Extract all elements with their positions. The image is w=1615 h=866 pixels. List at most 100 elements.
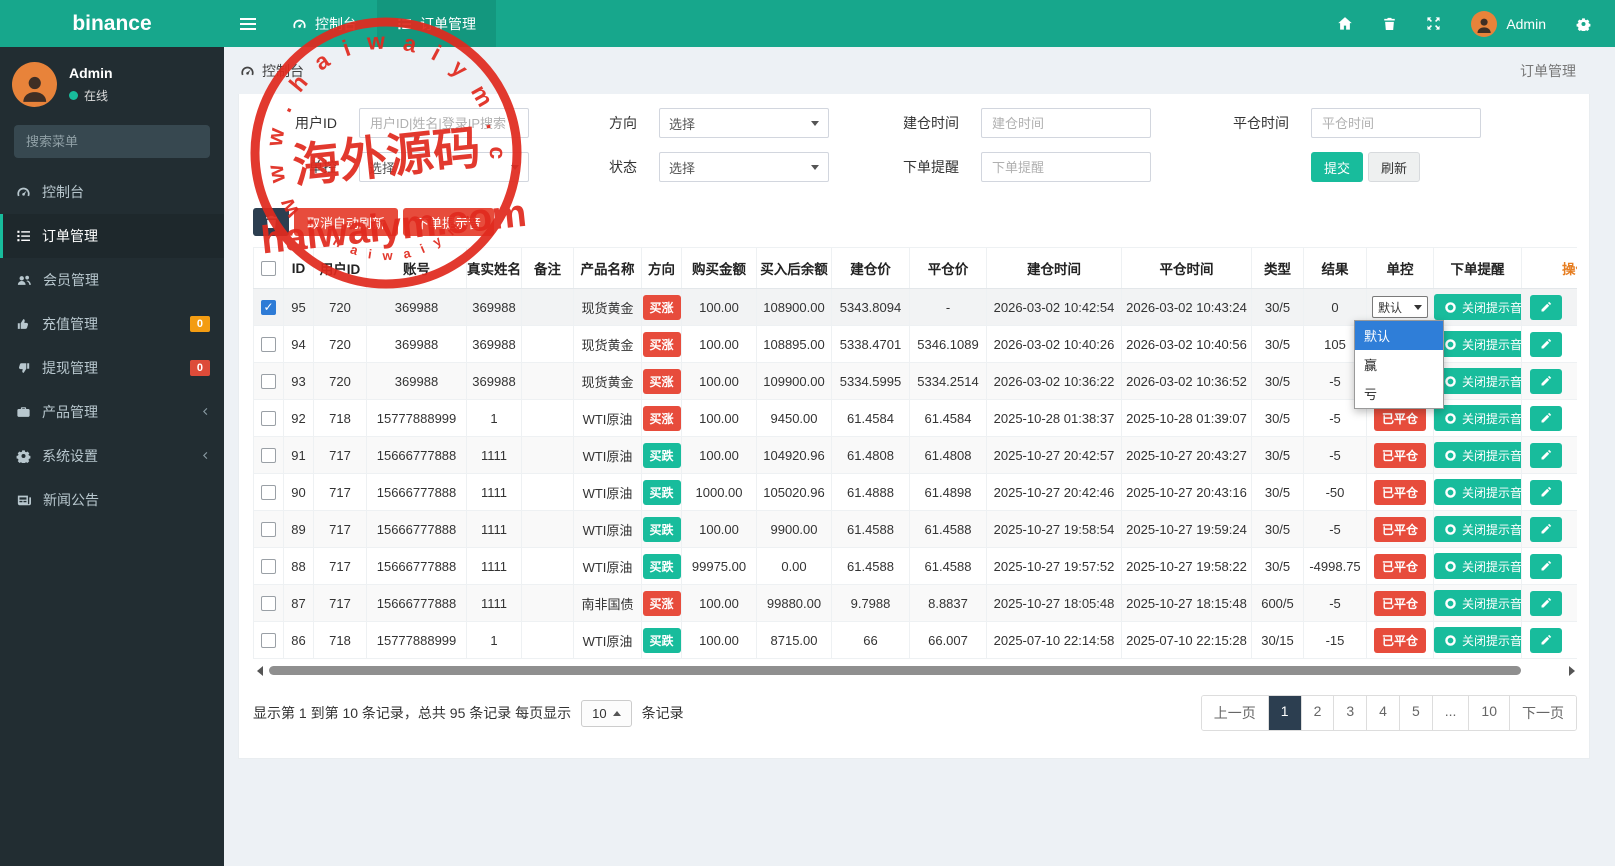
gears-icon[interactable]: [1576, 17, 1591, 31]
sidebar-toggle-button[interactable]: [224, 0, 272, 47]
page-button[interactable]: ...: [1431, 696, 1469, 730]
edit-button[interactable]: [1530, 627, 1562, 653]
fullscreen-icon[interactable]: [1426, 16, 1441, 31]
table-row: 88 717 15666777888 1111 WTI原油 买跌 99975.0…: [253, 547, 1577, 585]
order-sound-button[interactable]: 下单提示音: [403, 208, 495, 236]
close-sound-button[interactable]: 关闭提示音: [1434, 442, 1521, 468]
close-sound-button[interactable]: 关闭提示音: [1434, 553, 1521, 579]
cell-op: [1521, 362, 1577, 400]
filter-label: 用户ID: [295, 115, 337, 131]
cell-direction: 买涨: [641, 584, 682, 622]
cell-amount: 100.00: [681, 288, 757, 326]
close-sound-button[interactable]: 关闭提示音: [1434, 294, 1521, 320]
filter-select[interactable]: 选择: [359, 152, 529, 182]
close-sound-button[interactable]: 关闭提示音: [1434, 479, 1521, 505]
submit-button[interactable]: 提交: [1311, 152, 1364, 182]
page-button[interactable]: 3: [1333, 696, 1367, 730]
sidebar-item[interactable]: 控制台: [0, 170, 224, 214]
page-button[interactable]: 1: [1267, 696, 1301, 730]
toolbar-icon-button[interactable]: [253, 208, 289, 236]
sidebar-item[interactable]: 会员管理: [0, 258, 224, 302]
edit-button[interactable]: [1530, 368, 1562, 394]
select-all-checkbox[interactable]: [261, 260, 276, 276]
cell-note: [521, 288, 574, 326]
nav-tab-label: 控制台: [315, 15, 357, 32]
cell-close-price: 66.007: [909, 621, 987, 659]
nav-tab-active[interactable]: 订单管理: [377, 0, 496, 47]
sidebar-item[interactable]: 新闻公告: [0, 478, 224, 522]
close-sound-button[interactable]: 关闭提示音: [1434, 331, 1521, 357]
row-checkbox[interactable]: [261, 596, 276, 612]
page-button[interactable]: 下一页: [1509, 696, 1576, 730]
cell-note: [521, 436, 574, 474]
sidebar-item[interactable]: 系统设置: [0, 434, 224, 478]
scroll-left-arrow[interactable]: [257, 666, 263, 676]
control-select-value: 默认: [1378, 300, 1403, 315]
row-checkbox[interactable]: [261, 411, 276, 427]
table-toolbar: 取消自动刷新 下单提示音: [253, 208, 1575, 236]
users-icon: [16, 273, 32, 287]
edit-button[interactable]: [1530, 405, 1562, 431]
filter-input[interactable]: [981, 152, 1151, 182]
close-sound-button[interactable]: 关闭提示音: [1434, 627, 1521, 653]
filter-input[interactable]: [1311, 108, 1481, 138]
scrollbar-thumb[interactable]: [269, 666, 1521, 675]
cell-account: 15777888999: [366, 399, 467, 437]
cell-user-id: 717: [313, 436, 367, 474]
dropdown-option[interactable]: 赢: [1355, 350, 1443, 379]
row-checkbox[interactable]: [261, 337, 276, 353]
cell-op: [1521, 510, 1577, 548]
filter-input[interactable]: [359, 108, 529, 138]
edit-button[interactable]: [1530, 590, 1562, 616]
edit-button[interactable]: [1530, 442, 1562, 468]
filter-select[interactable]: 选择: [659, 152, 829, 182]
page-button[interactable]: 10: [1468, 696, 1509, 730]
close-sound-button[interactable]: 关闭提示音: [1434, 405, 1521, 431]
refresh-button[interactable]: 刷新: [1368, 152, 1421, 182]
sidebar-item[interactable]: 提现管理 0: [0, 346, 224, 390]
edit-button[interactable]: [1530, 479, 1562, 505]
page-button[interactable]: 4: [1366, 696, 1399, 730]
page-button[interactable]: 2: [1300, 696, 1334, 730]
row-checkbox[interactable]: ✓: [261, 300, 276, 316]
dropdown-option[interactable]: 亏: [1355, 379, 1443, 408]
close-sound-button[interactable]: 关闭提示音: [1434, 368, 1521, 394]
table-row: 86 718 15777888999 1 WTI原油 买跌 100.00 871…: [253, 621, 1577, 659]
edit-button[interactable]: [1530, 553, 1562, 579]
sidebar-item[interactable]: 产品管理: [0, 390, 224, 434]
checkbox-cell: [253, 584, 284, 622]
sidebar-item[interactable]: 充值管理 0: [0, 302, 224, 346]
page-button[interactable]: 5: [1398, 696, 1432, 730]
page-button[interactable]: 上一页: [1201, 696, 1268, 730]
close-sound-button[interactable]: 关闭提示音: [1434, 516, 1521, 542]
menu-badge: 0: [189, 360, 210, 376]
user-menu[interactable]: Admin: [1471, 10, 1546, 37]
sidebar-search-input[interactable]: [14, 125, 210, 158]
sidebar-item[interactable]: 订单管理: [0, 214, 224, 258]
scroll-right-arrow[interactable]: [1569, 666, 1575, 676]
breadcrumb-dashboard[interactable]: 控制台: [240, 61, 304, 81]
control-select[interactable]: 默认: [1372, 296, 1428, 318]
close-sound-button[interactable]: 关闭提示音: [1434, 590, 1521, 616]
cell-sound: 关闭提示音: [1433, 288, 1522, 326]
chevron-left-icon: [201, 448, 210, 464]
dropdown-option[interactable]: 默认: [1355, 321, 1443, 350]
page-size-select[interactable]: 10: [581, 699, 632, 727]
edit-button[interactable]: [1530, 516, 1562, 542]
row-checkbox[interactable]: [261, 633, 276, 649]
filter-select[interactable]: 选择: [659, 108, 829, 138]
cancel-auto-refresh-button[interactable]: 取消自动刷新: [294, 208, 399, 236]
row-checkbox[interactable]: [261, 559, 276, 575]
edit-button[interactable]: [1530, 294, 1562, 320]
row-checkbox[interactable]: [261, 374, 276, 390]
brand-logo[interactable]: binance: [0, 0, 224, 47]
row-checkbox[interactable]: [261, 522, 276, 538]
row-checkbox[interactable]: [261, 448, 276, 464]
home-icon[interactable]: [1337, 16, 1353, 31]
filter-input[interactable]: [981, 108, 1151, 138]
cell-id: 89: [283, 510, 314, 548]
edit-button[interactable]: [1530, 331, 1562, 357]
nav-tab-item[interactable]: 控制台: [272, 0, 377, 47]
trash-icon[interactable]: [1383, 17, 1396, 31]
row-checkbox[interactable]: [261, 485, 276, 501]
